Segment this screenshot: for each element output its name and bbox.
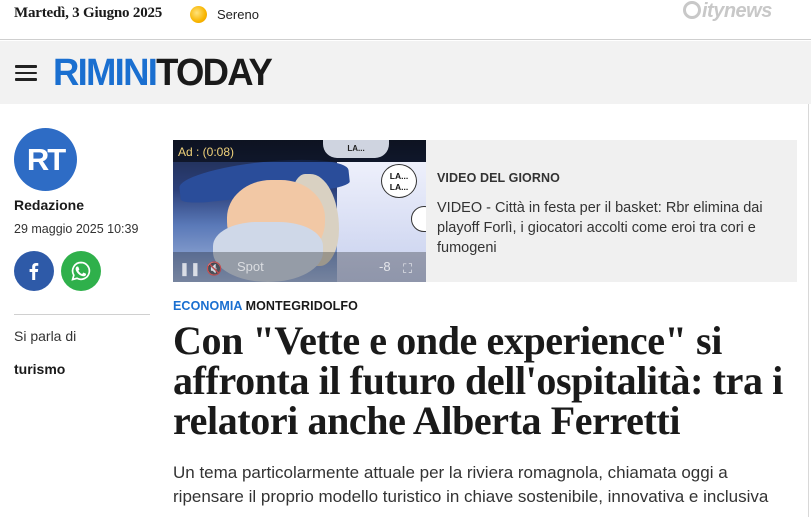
video-player[interactable]: LA... LA... Ad : (0:08) LA... ❚❚ 🔇 Spot -… (173, 140, 426, 282)
video-speech-bubble: LA... LA... (381, 164, 417, 198)
fullscreen-icon[interactable]: ⛶ (403, 261, 412, 277)
author-name[interactable]: Redazione (14, 197, 84, 213)
author-avatar[interactable]: RT (14, 128, 77, 191)
logo-part-rimini: RIMINI (53, 52, 158, 94)
site-logo[interactable]: RIMINITODAY (53, 51, 273, 95)
top-bar: Martedì, 3 Giugno 2025 Sereno itynews (0, 0, 811, 40)
citynews-c-icon (683, 1, 701, 19)
mute-icon[interactable]: 🔇 (206, 261, 222, 277)
weather-label: Sereno (217, 7, 259, 22)
share-whatsapp-button[interactable] (61, 251, 101, 291)
current-date: Martedì, 3 Giugno 2025 (14, 5, 163, 21)
article-kicker: ECONOMIA MONTEGRIDOLFO (173, 299, 358, 313)
spot-label: Spot (237, 259, 264, 274)
sidebar-divider (14, 314, 150, 315)
video-title-link[interactable]: VIDEO - Città in festa per il basket: Rb… (437, 198, 767, 258)
location-link[interactable]: MONTEGRIDOLFO (246, 299, 358, 313)
video-section-label: VIDEO DEL GIORNO (437, 171, 560, 185)
facebook-icon (29, 263, 39, 280)
article-subheadline: Un tema particolarmente attuale per la r… (173, 463, 769, 506)
sun-icon (190, 6, 207, 23)
topics-label: Si parla di (14, 328, 77, 344)
topic-tag[interactable]: turismo (14, 361, 65, 377)
video-of-the-day: LA... LA... Ad : (0:08) LA... ❚❚ 🔇 Spot -… (173, 140, 797, 282)
site-header: RIMINITODAY (0, 41, 811, 104)
citynews-logo[interactable]: itynews (683, 0, 772, 23)
video-top-bubble: LA... (323, 140, 389, 158)
hamburger-menu-icon[interactable] (15, 65, 37, 81)
skip-counter: -8 (379, 259, 391, 274)
right-border (808, 104, 809, 517)
citynews-logo-text: itynews (702, 0, 772, 22)
article-headline: Con "Vette e onde experience" si affront… (173, 318, 783, 443)
ad-countdown-label: Ad : (0:08) (178, 145, 235, 159)
publish-date: 29 maggio 2025 10:39 (14, 222, 139, 236)
pause-icon[interactable]: ❚❚ (179, 261, 201, 277)
whatsapp-icon (71, 261, 91, 281)
share-facebook-button[interactable] (14, 251, 54, 291)
category-link[interactable]: ECONOMIA (173, 299, 243, 313)
logo-part-today: TODAY (156, 52, 273, 94)
